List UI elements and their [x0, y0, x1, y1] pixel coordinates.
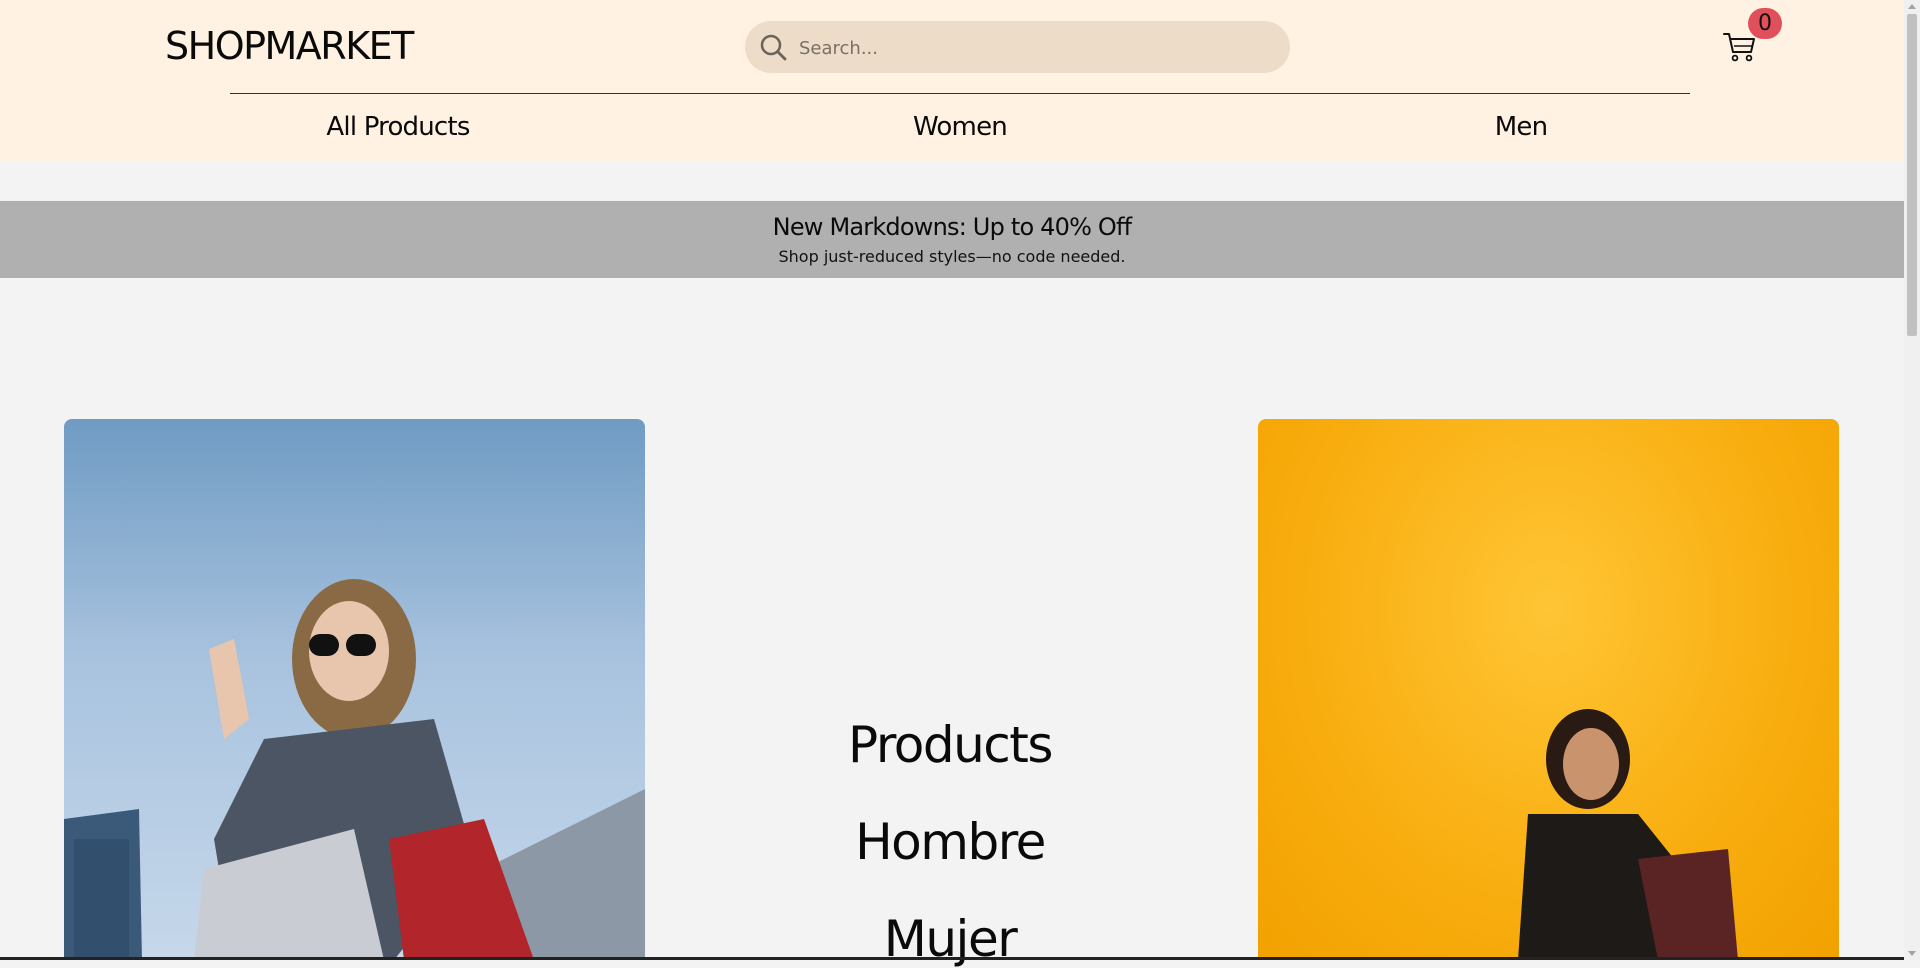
nav-men[interactable]: Men — [1371, 112, 1671, 142]
scrollbar-thumb[interactable] — [1907, 14, 1917, 336]
search-bar[interactable] — [745, 21, 1290, 75]
promo-title: New Markdowns: Up to 40% Off — [772, 213, 1132, 241]
hero-image-men[interactable] — [1258, 419, 1839, 960]
search-icon[interactable] — [759, 33, 787, 61]
search-input[interactable] — [797, 21, 1271, 75]
vertical-scrollbar[interactable] — [1904, 0, 1920, 960]
hero-photo-men — [1518, 709, 1738, 960]
header-divider — [230, 93, 1690, 94]
cart-count-badge[interactable]: 0 — [1748, 8, 1782, 39]
hero-photo-women — [64, 579, 645, 960]
site-logo[interactable]: SHOPMARKET — [165, 24, 414, 68]
category-link-products[interactable]: Products — [750, 716, 1150, 774]
hero-image-women[interactable] — [64, 419, 645, 960]
nav-all-products[interactable]: All Products — [248, 112, 548, 142]
promo-banner: New Markdowns: Up to 40% Off Shop just-r… — [0, 201, 1904, 278]
scroll-down-arrow-icon[interactable] — [1908, 951, 1916, 956]
category-link-hombre[interactable]: Hombre — [750, 813, 1150, 871]
scroll-up-arrow-icon[interactable] — [1908, 4, 1916, 9]
promo-subtitle: Shop just-reduced styles—no code needed. — [778, 247, 1126, 266]
nav-women[interactable]: Women — [810, 112, 1110, 142]
site-header: SHOPMARKET 0 All Products Women Men — [0, 0, 1904, 161]
